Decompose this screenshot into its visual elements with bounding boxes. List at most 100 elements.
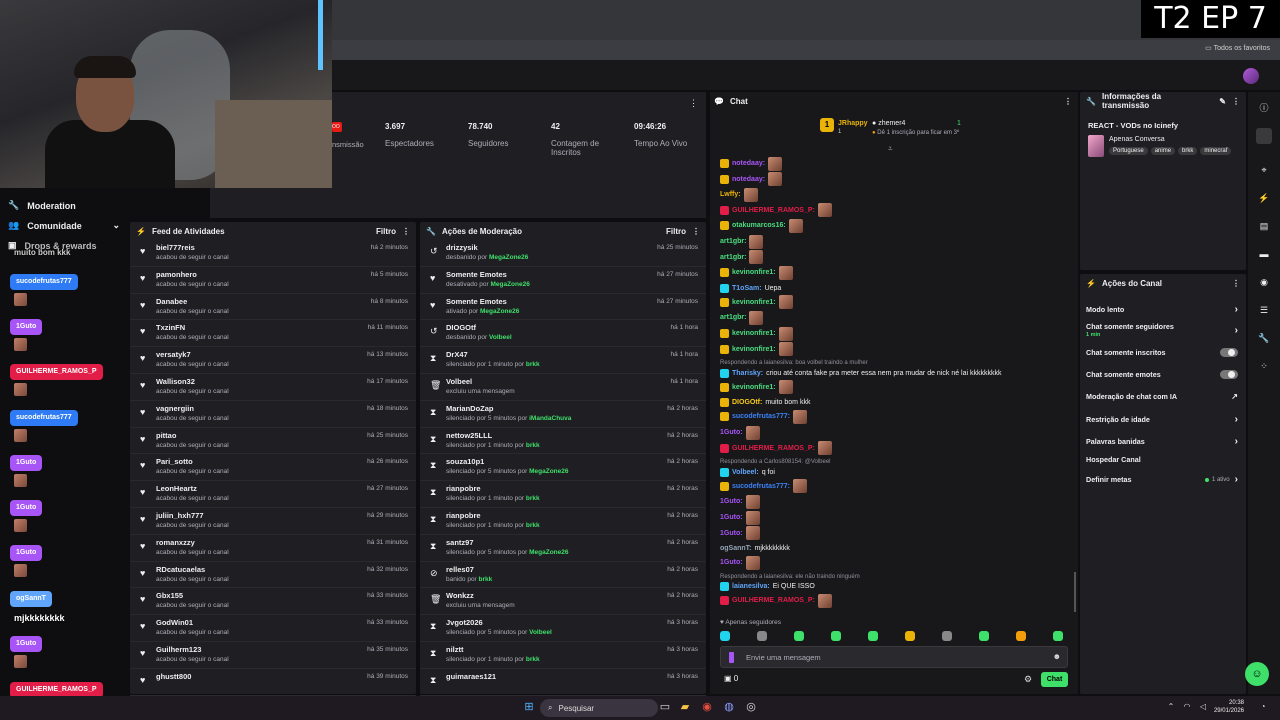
edit-icon[interactable]: ✎: [1219, 97, 1226, 106]
stream-tag[interactable]: brkk: [1178, 147, 1198, 155]
moderation-row[interactable]: ⧗ MarianDoZap silenciado por 5 minutos por…: [420, 401, 706, 428]
chat-username[interactable]: 1Guto:: [720, 530, 743, 537]
emote-shortcut-icon[interactable]: [905, 631, 915, 641]
chat-username[interactable]: Lwffy:: [720, 191, 741, 198]
chat-message[interactable]: sucodefrutas777:: [720, 409, 807, 424]
emote-shortcut-icon[interactable]: [868, 631, 878, 641]
chat-message[interactable]: Lwffy:: [720, 187, 758, 202]
task-view-icon[interactable]: ▭: [658, 700, 672, 714]
moderation-row[interactable]: ↺ drizzysik desbanido por MegaZone26 há 25 …: [420, 240, 706, 267]
file-explorer-icon[interactable]: ▰: [678, 700, 692, 714]
moderator-name[interactable]: MegaZone26: [480, 308, 519, 315]
stream-tag[interactable]: minecraf: [1200, 147, 1232, 155]
moderator-name[interactable]: Volbeel: [489, 334, 512, 341]
moderator-name[interactable]: brkk: [479, 576, 493, 583]
chat-username[interactable]: DIOGOtf:: [732, 399, 762, 406]
chat-username[interactable]: laianesilva:: [732, 583, 770, 590]
pin-toggle-icon[interactable]: ⩡: [888, 144, 893, 154]
moderation-row[interactable]: 🗑 Volbeel excluiu uma mensagem há 1 hora: [420, 374, 706, 401]
actions-menu-icon[interactable]: ⋮: [1232, 279, 1240, 288]
moderation-row[interactable]: ⊘ relles07 banido por brkk há 2 horas: [420, 562, 706, 589]
chat-message[interactable]: GUILHERME_RAMOS_P:: [720, 203, 832, 218]
chat-icon[interactable]: ▬: [1256, 246, 1272, 262]
emote-shortcut-icon[interactable]: [1053, 631, 1063, 641]
stream-tag[interactable]: anime: [1150, 147, 1176, 155]
moderation-row[interactable]: ⧗ santz97 silenciado por 5 minutos por Meg…: [420, 535, 706, 562]
activity-row[interactable]: ♥ Wallison32 acabou de seguir o canal há 17…: [130, 374, 416, 401]
broadcast-icon[interactable]: ◉: [1256, 274, 1272, 290]
channel-points[interactable]: ▣ 0: [724, 674, 738, 683]
toggle-switch[interactable]: [1220, 348, 1238, 357]
emote-shortcut-icon[interactable]: [720, 631, 730, 641]
activity-row[interactable]: ♥ GodWin01 acabou de seguir o canal há 33 m…: [130, 615, 416, 642]
moderator-name[interactable]: MegaZone26: [489, 254, 528, 261]
moderation-row[interactable]: ⧗ guimaraes121 há 3 horas: [420, 669, 706, 696]
emote-shortcut-icon[interactable]: [831, 631, 841, 641]
chat-message[interactable]: kevinonfire1:: [720, 326, 793, 341]
moderator-name[interactable]: brkk: [526, 361, 540, 368]
chat-message[interactable]: 1Guto:: [720, 555, 760, 570]
chat-message[interactable]: notedaay:: [720, 156, 783, 171]
moderator-name[interactable]: iMandaChuva: [529, 415, 571, 422]
discord-icon[interactable]: ◍: [722, 700, 736, 714]
moderator-name[interactable]: MegaZone26: [529, 468, 568, 475]
moderation-row[interactable]: ⧗ nilztt silenciado por 1 minuto por brkk h…: [420, 642, 706, 669]
volume-icon[interactable]: ◁: [1196, 700, 1210, 714]
chat-menu-icon[interactable]: ⋮: [1064, 97, 1072, 106]
moderation-row[interactable]: 🗑 Wonkzz excluiu uma mensagem há 2 horas: [420, 588, 706, 616]
moderator-name[interactable]: Volbeel: [529, 629, 552, 636]
chat-message[interactable]: Volbeel: q foi: [720, 465, 775, 480]
chat-username[interactable]: 1Guto:: [720, 429, 743, 436]
channel-action[interactable]: Chat somente seguidores 1 min ›: [1086, 322, 1238, 338]
activity-row[interactable]: ♥ RDcatucaelas acabou de seguir o canal há …: [130, 562, 416, 589]
chat-username[interactable]: GUILHERME_RAMOS_P:: [732, 207, 815, 214]
sidebar-item-moderation[interactable]: 🔧 Moderation: [8, 200, 76, 211]
sidebar-item-community[interactable]: 👥 Comunidade ⌄: [8, 220, 120, 231]
channel-action[interactable]: Modo lento ›: [1086, 304, 1238, 315]
activity-row[interactable]: ♥ LeonHeartz acabou de seguir o canal há 27…: [130, 481, 416, 508]
stream-tag[interactable]: Portuguese: [1109, 147, 1148, 155]
document-icon[interactable]: ▤: [1256, 218, 1272, 234]
activity-row[interactable]: ♥ versatyk7 acabou de seguir o canal há 13 …: [130, 347, 416, 374]
chat-username[interactable]: Tharisky:: [732, 370, 763, 377]
chat-username[interactable]: art1gbr:: [720, 254, 746, 261]
chat-message[interactable]: 1Guto:: [720, 526, 760, 541]
emote-shortcut-icon[interactable]: [1016, 631, 1026, 641]
chat-message[interactable]: art1gbr:: [720, 250, 764, 265]
chat-send-button[interactable]: Chat: [1041, 672, 1068, 687]
emote-shortcut-icon[interactable]: [757, 631, 767, 641]
chat-username[interactable]: kevinonfire1:: [732, 299, 776, 306]
rail-selected[interactable]: [1256, 128, 1272, 144]
toggle-switch[interactable]: [1220, 370, 1238, 379]
moderation-row[interactable]: ↺ DIOGOtf desbanido por Volbeel há 1 hora: [420, 320, 706, 348]
moderation-row[interactable]: ♥ Somente Emotes desativado por MegaZone26…: [420, 267, 706, 294]
chat-message[interactable]: art1gbr:: [720, 310, 764, 325]
obs-icon[interactable]: ◎: [744, 700, 758, 714]
moderator-name[interactable]: MegaZone26: [490, 281, 529, 288]
channel-action[interactable]: Moderação de chat com IA ↗: [1086, 392, 1238, 401]
moderation-filter-button[interactable]: Filtro: [666, 227, 686, 236]
channel-action[interactable]: Palavras banidas ›: [1086, 436, 1238, 447]
emote-shortcut-icon[interactable]: [979, 631, 989, 641]
activity-row[interactable]: ♥ TxzinFN acabou de seguir o canal há 11 mi…: [130, 320, 416, 348]
chat-username[interactable]: notedaay:: [732, 176, 765, 183]
moderation-row[interactable]: ⧗ rianpobre silenciado por 1 minuto por br…: [420, 508, 706, 535]
chat-username[interactable]: GUILHERME_RAMOS_P:: [732, 597, 815, 604]
chat-scrollbar[interactable]: [1074, 572, 1076, 612]
moderation-menu-icon[interactable]: ⋮: [692, 227, 700, 236]
moderator-name[interactable]: brkk: [526, 495, 540, 502]
category-name[interactable]: Apenas Conversa: [1109, 136, 1165, 143]
chat-message[interactable]: 1Guto:: [720, 510, 760, 525]
user-avatar[interactable]: [1243, 68, 1259, 84]
top-user-name[interactable]: JRhappy: [838, 120, 868, 127]
activity-row[interactable]: ♥ Gbx155 acabou de seguir o canal há 33 min…: [130, 588, 416, 616]
emote-picker-icon[interactable]: [729, 652, 734, 663]
activity-row[interactable]: ♥ ghustt800 há 39 minutos: [130, 669, 416, 696]
chat-username[interactable]: otakumarcos16:: [732, 222, 786, 229]
activity-row[interactable]: ♥ romanxzzy acabou de seguir o canal há 31 …: [130, 535, 416, 562]
wifi-icon[interactable]: ◠: [1180, 700, 1194, 714]
moderation-row[interactable]: ♥ Somente Emotes ativado por MegaZone26 há …: [420, 294, 706, 321]
chat-username[interactable]: sucodefrutas777:: [732, 483, 790, 490]
chat-message[interactable]: kevinonfire1:: [720, 380, 793, 395]
moderator-name[interactable]: brkk: [526, 522, 540, 529]
